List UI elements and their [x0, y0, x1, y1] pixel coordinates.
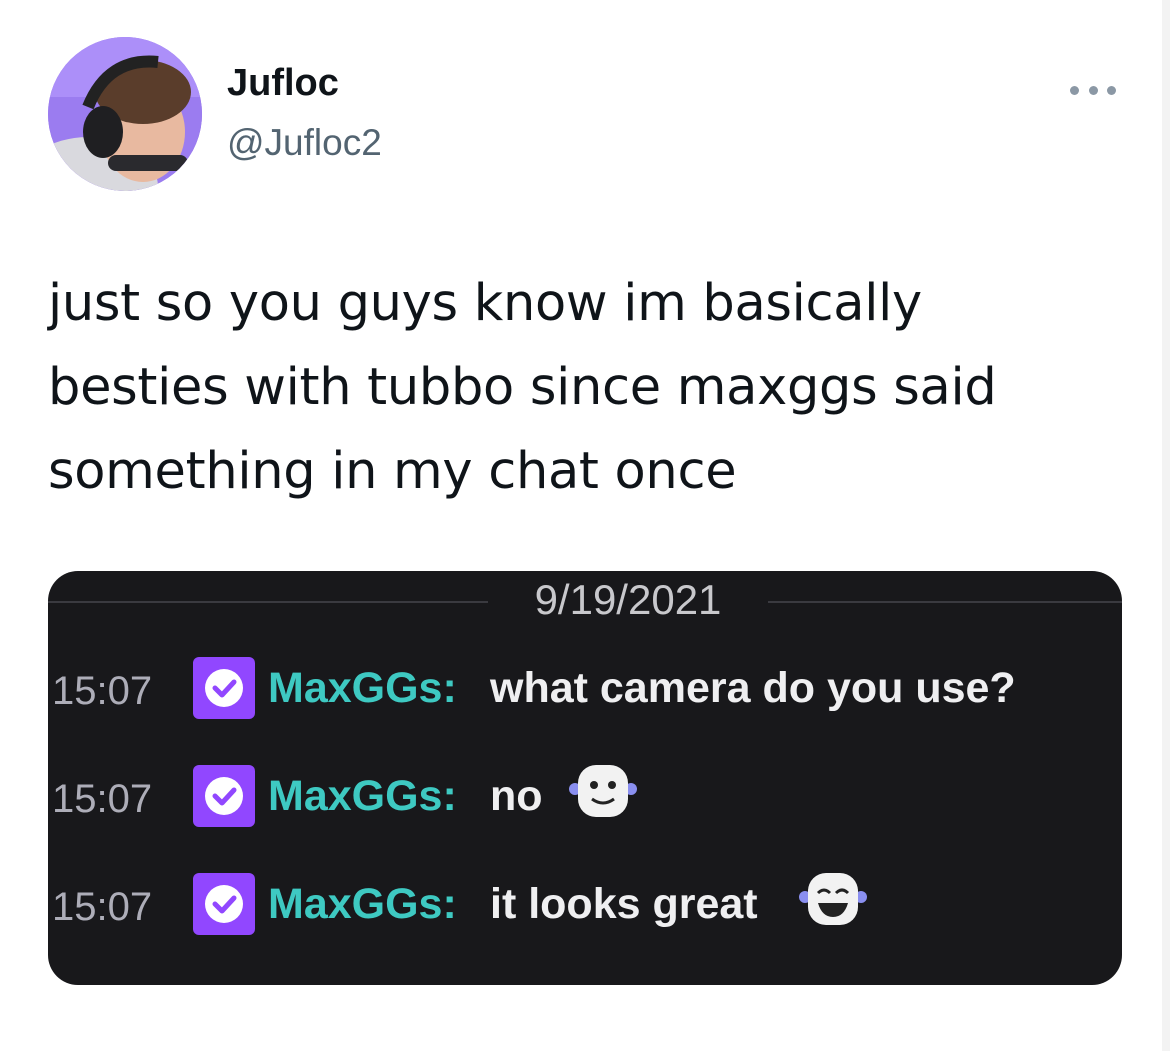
chat-username: MaxGGs: — [268, 880, 457, 928]
tweet-text: just so you guys know im basically besti… — [48, 274, 997, 501]
verified-check-badge-icon — [193, 657, 255, 719]
chat-username: MaxGGs: — [268, 772, 457, 820]
avatar[interactable] — [48, 37, 202, 191]
user-handle[interactable]: @Jufloc2 — [227, 124, 382, 161]
scroll-edge — [1162, 0, 1170, 1051]
chat-message-text: no — [490, 772, 543, 820]
message-timestamp: 15:07 — [52, 777, 153, 821]
chat-message: 15:07 MaxGGs: it looks great — [48, 873, 1122, 943]
grinning-face-emote — [798, 869, 868, 931]
smiling-face-emote — [568, 761, 638, 823]
chat-message-text: it looks great — [490, 880, 758, 928]
chat-username: MaxGGs: — [268, 664, 457, 712]
more-horizontal-icon[interactable] — [1070, 80, 1116, 100]
chat-message: 15:07 MaxGGs: what camera do you use? — [48, 657, 1122, 727]
message-timestamp: 15:07 — [52, 669, 153, 713]
avatar-photo-icon — [48, 37, 202, 191]
tweet-media-image[interactable]: 9/19/2021 15:07 MaxGGs: what camera do y… — [48, 571, 1122, 985]
display-name[interactable]: Jufloc — [227, 64, 339, 102]
message-timestamp: 15:07 — [52, 885, 153, 929]
chat-date: 9/19/2021 — [534, 576, 722, 623]
verified-check-badge-icon — [193, 873, 255, 935]
verified-check-badge-icon — [193, 765, 255, 827]
chat-message: 15:07 MaxGGs: no — [48, 765, 1122, 835]
tweet-card: Jufloc @Jufloc2 just so you guys know im… — [0, 0, 1170, 1051]
chat-message-text: what camera do you use? — [490, 664, 1016, 712]
